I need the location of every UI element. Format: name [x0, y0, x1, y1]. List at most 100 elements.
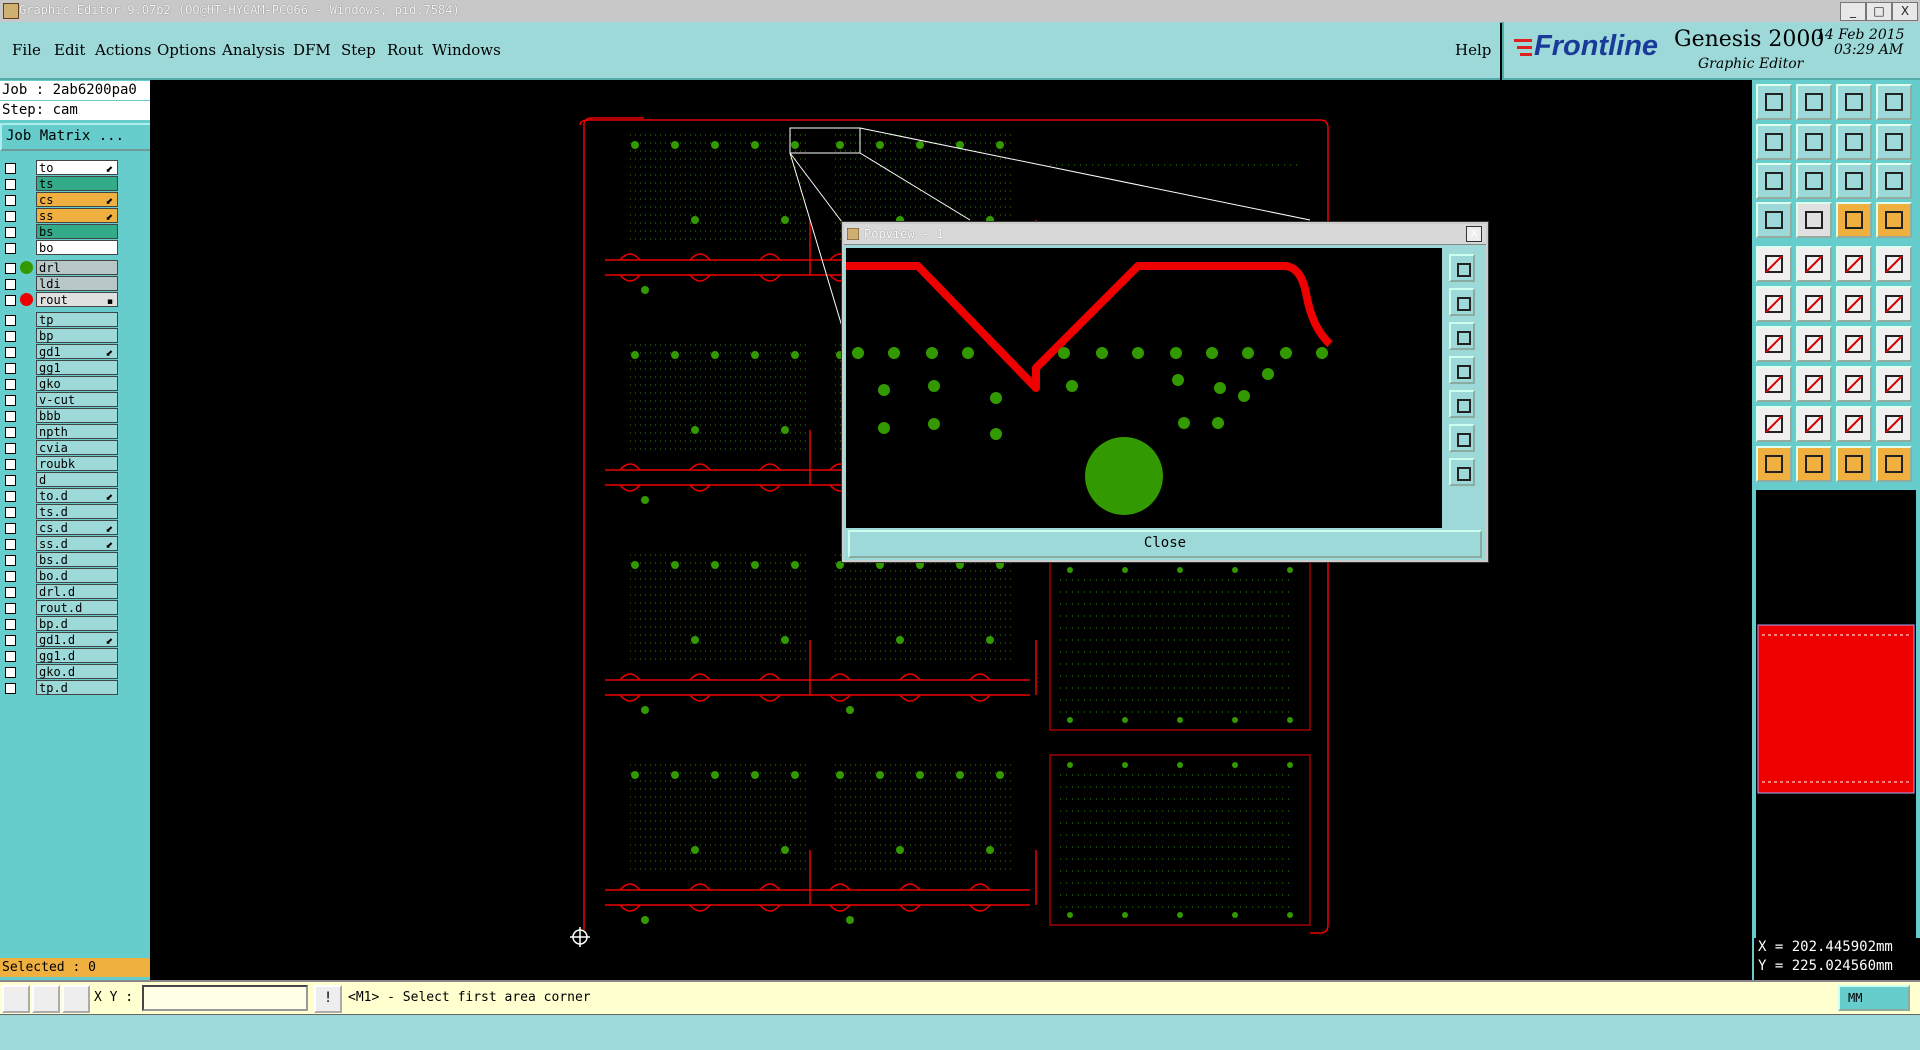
layer-name[interactable]: bo.d — [36, 568, 118, 583]
pad-icon[interactable] — [1756, 246, 1792, 282]
menu-windows[interactable]: Windows — [432, 41, 501, 59]
layer-checkbox[interactable] — [5, 347, 16, 358]
layer-name[interactable]: bp — [36, 328, 118, 343]
layer-checkbox[interactable] — [5, 211, 16, 222]
layer-row-bp[interactable]: bp — [0, 328, 120, 343]
zoom-fit-icon[interactable] — [1756, 163, 1792, 199]
layer-checkbox[interactable] — [5, 379, 16, 390]
layer-checkbox[interactable] — [5, 539, 16, 550]
job-matrix-button[interactable]: Job Matrix ... — [0, 123, 154, 151]
layer-checkbox[interactable] — [5, 295, 16, 306]
layer-checkbox[interactable] — [5, 179, 16, 190]
tri-c-icon[interactable] — [1876, 406, 1912, 442]
layer-checkbox[interactable] — [5, 667, 16, 678]
layer-checkbox[interactable] — [5, 227, 16, 238]
align-icon[interactable] — [1836, 366, 1872, 402]
layer-name[interactable]: rout.d — [36, 600, 118, 615]
popview-pan-left-button[interactable] — [1449, 356, 1475, 384]
layer-checkbox[interactable] — [5, 279, 16, 290]
layer-checkbox[interactable] — [5, 683, 16, 694]
shift-icon[interactable] — [1876, 326, 1912, 362]
layer-name[interactable]: bs — [36, 224, 118, 239]
export-icon[interactable] — [1756, 84, 1792, 120]
layer-name[interactable]: ldi — [36, 276, 118, 291]
line-icon[interactable] — [1756, 326, 1792, 362]
layer-row-ss[interactable]: ss ⬋ — [0, 208, 120, 223]
layer-name[interactable]: ts — [36, 176, 118, 191]
layer-row-ts[interactable]: ts — [0, 176, 120, 191]
layer-checkbox[interactable] — [5, 443, 16, 454]
pointer-icon[interactable] — [1756, 446, 1792, 482]
net-b-icon[interactable] — [1796, 286, 1832, 322]
measure-icon[interactable] — [32, 985, 60, 1013]
layer-name[interactable]: gd1 ⬋ — [36, 344, 118, 359]
layer-row-rout.d[interactable]: rout.d — [0, 600, 120, 615]
layer-row-ts.d[interactable]: ts.d — [0, 504, 120, 519]
layer-row-gd1[interactable]: gd1 ⬋ — [0, 344, 120, 359]
popview-fit-button[interactable] — [1449, 424, 1475, 452]
layer-checkbox[interactable] — [5, 363, 16, 374]
overview-minimap[interactable] — [1756, 490, 1916, 940]
layer-name[interactable]: bbb — [36, 408, 118, 423]
layer-checkbox[interactable] — [5, 315, 16, 326]
layer-checkbox[interactable] — [5, 395, 16, 406]
layer-row-bo[interactable]: bo — [0, 240, 120, 255]
layer-row-d[interactable]: d — [0, 472, 120, 487]
popview-center-button[interactable] — [1449, 458, 1475, 486]
layer-row-ldi[interactable]: ldi — [0, 276, 120, 291]
layer-name[interactable]: v-cut — [36, 392, 118, 407]
layer-name[interactable]: gko.d — [36, 664, 118, 679]
snap-icon[interactable] — [1756, 202, 1792, 238]
layer-name[interactable]: ss.d ⬋ — [36, 536, 118, 551]
layer-row-drl.d[interactable]: drl.d — [0, 584, 120, 599]
layer-row-drl[interactable]: drl — [0, 260, 120, 275]
help-icon[interactable] — [1876, 163, 1912, 199]
close-window-button[interactable]: X — [1892, 2, 1918, 21]
layer-name[interactable]: roubk — [36, 456, 118, 471]
popview-zoom-out-button[interactable] — [1449, 322, 1475, 350]
rotate-icon[interactable] — [1836, 446, 1872, 482]
popview-zoom-home-button[interactable] — [1449, 254, 1475, 282]
layer-row-ss.d[interactable]: ss.d ⬋ — [0, 536, 120, 551]
info-icon[interactable]: ! — [314, 985, 342, 1013]
layer-checkbox[interactable] — [5, 459, 16, 470]
layer-checkbox[interactable] — [5, 523, 16, 534]
layer-name[interactable]: bp.d — [36, 616, 118, 631]
step-fwd-icon[interactable] — [1876, 124, 1912, 160]
layer-checkbox[interactable] — [5, 619, 16, 630]
layer-row-rout[interactable]: rout ▪ — [0, 292, 120, 307]
snap-mode-icon[interactable] — [2, 985, 30, 1013]
layer-row-bo.d[interactable]: bo.d — [0, 568, 120, 583]
layer-row-cs[interactable]: cs ⬋ — [0, 192, 120, 207]
layer-row-bs.d[interactable]: bs.d — [0, 552, 120, 567]
minimize-button[interactable]: _ — [1840, 2, 1866, 21]
ruler-icon[interactable] — [1836, 246, 1872, 282]
layer-name[interactable]: gg1.d — [36, 648, 118, 663]
layer-row-gko.d[interactable]: gko.d — [0, 664, 120, 679]
layer-row-tp.d[interactable]: tp.d — [0, 680, 120, 695]
layer-name[interactable]: d — [36, 472, 118, 487]
layer-name[interactable]: gd1.d ⬋ — [36, 632, 118, 647]
layer-row-cs.d[interactable]: cs.d ⬋ — [0, 520, 120, 535]
maximize-button[interactable]: □ — [1866, 2, 1892, 21]
home-icon[interactable] — [1836, 84, 1872, 120]
menu-edit[interactable]: Edit — [54, 41, 85, 59]
menu-dfm[interactable]: DFM — [293, 41, 331, 59]
layer-checkbox[interactable] — [5, 195, 16, 206]
layer-checkbox[interactable] — [5, 507, 16, 518]
layer-row-gg1.d[interactable]: gg1.d — [0, 648, 120, 663]
layer-name[interactable]: drl — [36, 260, 118, 275]
tri-a-icon[interactable] — [1796, 406, 1832, 442]
xy-input[interactable] — [142, 985, 308, 1011]
layer-name[interactable]: drl.d — [36, 584, 118, 599]
layer-name[interactable]: ss ⬋ — [36, 208, 118, 223]
menu-options[interactable]: Options — [157, 41, 216, 59]
import-icon[interactable] — [1796, 84, 1832, 120]
units-selector[interactable]: MM — [1838, 985, 1910, 1011]
layer-checkbox[interactable] — [5, 411, 16, 422]
menu-file[interactable]: File — [12, 41, 41, 59]
layer-checkbox[interactable] — [5, 651, 16, 662]
layer-checkbox[interactable] — [5, 603, 16, 614]
popview-zoom-in-button[interactable] — [1449, 288, 1475, 316]
layer-row-tp[interactable]: tp — [0, 312, 120, 327]
